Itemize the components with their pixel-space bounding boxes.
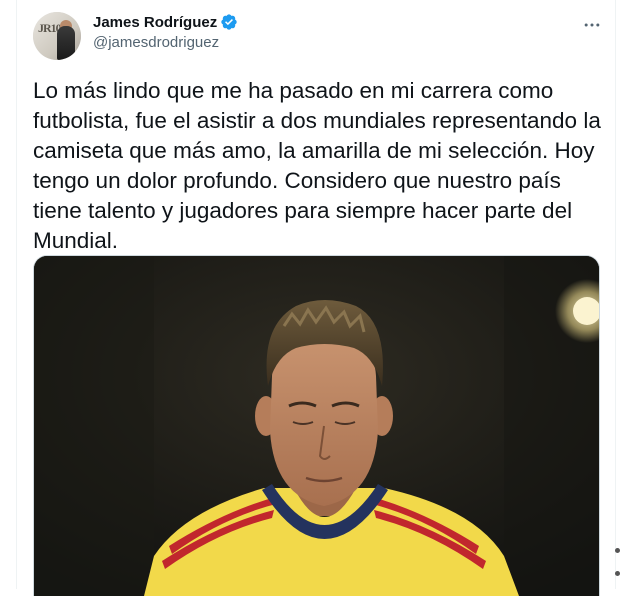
tweet-photo[interactable] (33, 255, 600, 596)
avatar-person-body (57, 26, 75, 60)
more-horizontal-icon (584, 23, 600, 27)
more-options-button[interactable] (577, 10, 607, 40)
side-scroll-indicator (612, 548, 622, 576)
verified-badge-icon (220, 13, 238, 31)
tweet-card[interactable]: JR10 James Rodríguez @jamesdrodriguez Lo… (16, 0, 616, 596)
author-handle[interactable]: @jamesdrodriguez (93, 34, 219, 51)
indicator-dot (614, 571, 620, 576)
tweet-text: Lo más lindo que me ha pasado en mi carr… (33, 78, 601, 253)
indicator-dot (614, 548, 620, 553)
player-photo-illustration (34, 256, 599, 596)
author-avatar[interactable]: JR10 (33, 12, 81, 60)
author-name[interactable]: James Rodríguez (93, 14, 217, 31)
author-name-row: James Rodríguez (93, 13, 238, 31)
